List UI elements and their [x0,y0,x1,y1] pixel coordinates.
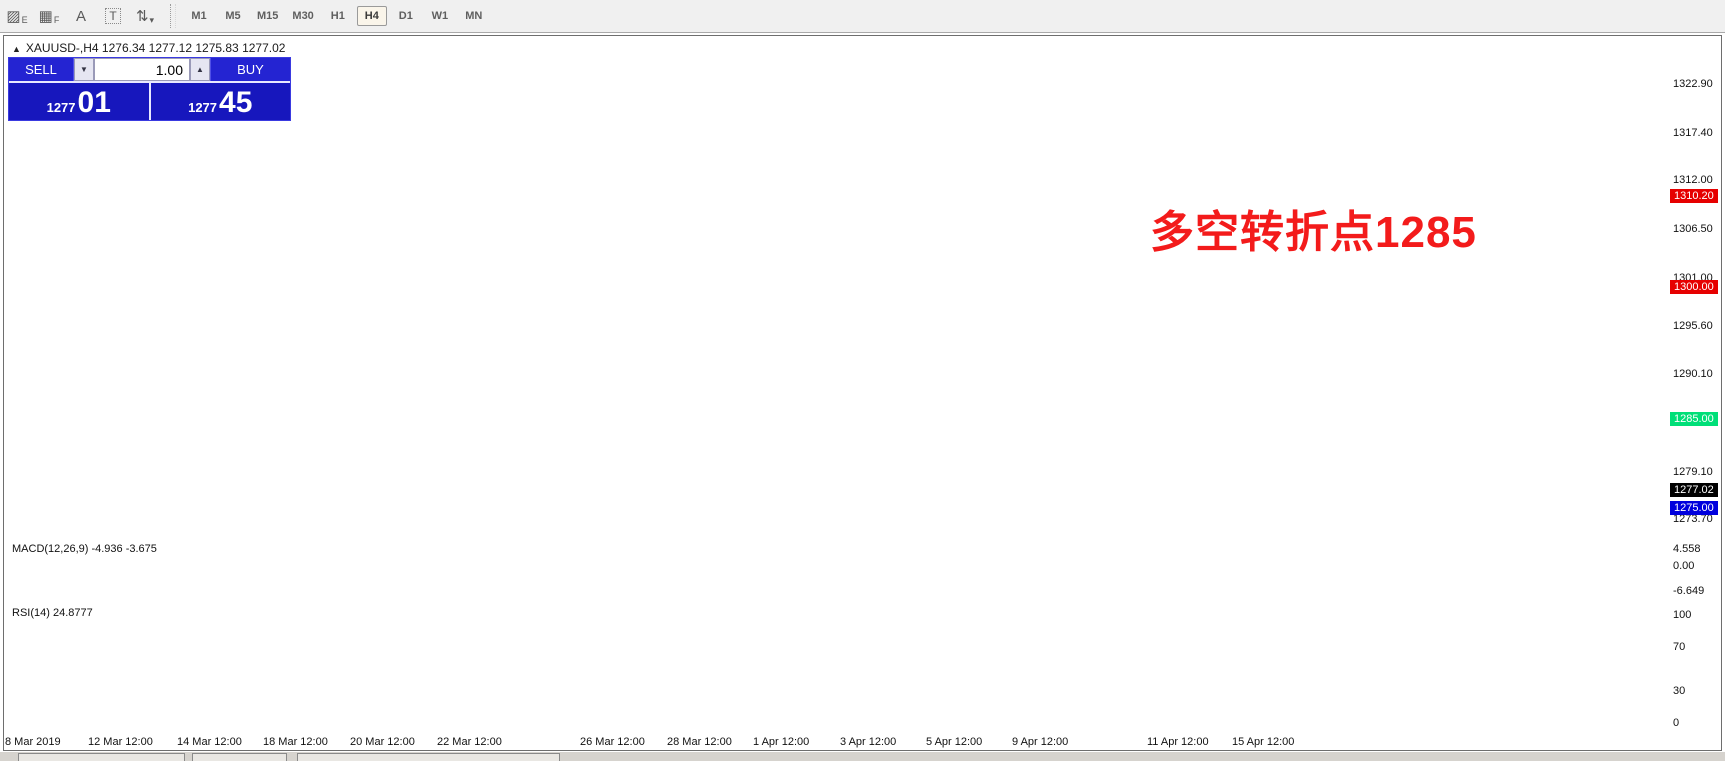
time-axis-label: 14 Mar 12:00 [177,736,242,748]
time-axis-label: 11 Apr 12:00 [1147,736,1209,748]
mt4-chart-window: ▨E▦FAT⇅▾ M1M5M15M30H1H4D1W1MN ▲ XAUUSD-,H4… [0,0,1725,761]
grid-icon[interactable]: ▦F [34,3,64,29]
volume-decrease-button[interactable]: ▼ [74,58,94,81]
price-axis-tick: 1273.70 [1673,513,1713,525]
one-click-trade-panel: SELL ▼ ▲ BUY 1277 01 1277 45 [8,57,291,121]
time-axis-label: 1 Apr 12:00 [753,736,809,748]
timeframe-button-m15[interactable]: M15 [252,6,283,26]
time-axis-label: 15 Apr 12:00 [1232,736,1294,748]
rsi-axis-tick: 70 [1673,641,1685,653]
rsi-axis-tick: 100 [1673,609,1691,621]
chart-text-annotation[interactable]: 多空转折点1285 [1150,196,1670,260]
toolbar-separator [170,4,176,28]
time-axis-label: 5 Apr 12:00 [926,736,982,748]
price-axis-tick: 1279.10 [1673,466,1713,478]
price-axis-badge: 1310.20 [1670,189,1718,203]
symbol-header: ▲ XAUUSD-,H4 1276.34 1277.12 1275.83 1277… [12,41,285,55]
draw-study-icon[interactable]: ▨E [2,3,32,29]
timeframe-button-d1[interactable]: D1 [391,6,421,26]
sell-button[interactable]: SELL [9,58,74,81]
time-axis-label: 22 Mar 12:00 [437,736,502,748]
timeframe-button-m1[interactable]: M1 [184,6,214,26]
macd-axis-tick: 0.00 [1673,560,1694,572]
toolbar: ▨E▦FAT⇅▾ M1M5M15M30H1H4D1W1MN [0,0,1725,33]
time-axis-label: 20 Mar 12:00 [350,736,415,748]
text-label-icon[interactable]: A [66,3,96,29]
trade-prices-row: 1277 01 1277 45 [9,83,290,120]
buy-price[interactable]: 1277 45 [151,83,291,120]
trade-controls-row: SELL ▼ ▲ BUY [9,58,290,83]
bottom-strip [0,752,1725,761]
price-axis-tick: 1306.50 [1673,223,1713,235]
time-axis-label: 3 Apr 12:00 [840,736,896,748]
buy-price-small: 1277 [188,100,217,115]
macd-label: MACD(12,26,9) -4.936 -3.675 [12,543,157,555]
price-axis-tick: 1317.40 [1673,127,1713,139]
taskbar-button[interactable] [192,753,287,761]
time-axis-label: 9 Apr 12:00 [1012,736,1068,748]
price-axis-badge: 1275.00 [1670,501,1718,515]
time-axis-label: 26 Mar 12:00 [580,736,645,748]
time-axis-label: 8 Mar 2019 [5,736,61,748]
time-axis-label: 12 Mar 12:00 [88,736,153,748]
time-axis-label: 28 Mar 12:00 [667,736,732,748]
price-axis-tick: 1322.90 [1673,78,1713,90]
sell-price-small: 1277 [47,100,76,115]
price-axis-tick: 1295.60 [1673,320,1713,332]
arrows-icon[interactable]: ⇅▾ [130,3,160,29]
time-axis-label: 18 Mar 12:00 [263,736,328,748]
volume-increase-button[interactable]: ▲ [190,58,210,81]
chart-frame [3,35,1722,751]
timeframe-button-mn[interactable]: MN [459,6,489,26]
sell-price-big: 01 [78,88,111,118]
timeframe-button-h1[interactable]: H1 [323,6,353,26]
macd-axis-tick: 4.558 [1673,543,1701,555]
rsi-axis-tick: 0 [1673,717,1679,729]
rsi-label: RSI(14) 24.8777 [12,607,93,619]
price-axis-badge: 1285.00 [1670,412,1718,426]
sell-price[interactable]: 1277 01 [9,83,151,120]
volume-input[interactable] [94,58,190,81]
timeframe-button-w1[interactable]: W1 [425,6,455,26]
timeframe-button-m5[interactable]: M5 [218,6,248,26]
timeframe-button-m30[interactable]: M30 [287,6,318,26]
macd-axis-tick: -6.649 [1673,585,1704,597]
rsi-axis-tick: 30 [1673,685,1685,697]
buy-price-big: 45 [219,88,252,118]
symbol-ohlc-text: XAUUSD-,H4 1276.34 1277.12 1275.83 1277.… [26,41,286,55]
taskbar-button[interactable] [297,753,560,761]
timeframe-button-h4[interactable]: H4 [357,6,387,26]
price-axis-badge: 1300.00 [1670,280,1718,294]
taskbar-button[interactable] [18,753,185,761]
buy-button[interactable]: BUY [210,58,290,81]
text-box-icon[interactable]: T [98,3,128,29]
price-axis-tick: 1290.10 [1673,368,1713,380]
collapse-arrow-icon[interactable]: ▲ [12,44,21,54]
price-axis-tick: 1312.00 [1673,174,1713,186]
price-axis-badge: 1277.02 [1670,483,1718,497]
